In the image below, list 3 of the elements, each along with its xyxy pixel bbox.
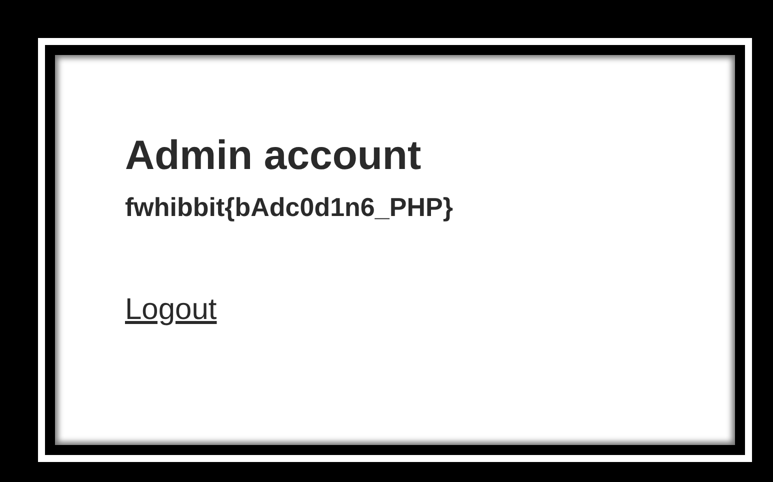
heading: Admin account — [125, 133, 422, 178]
flag-text: fwhibbit{bAdc0d1n6_PHP} — [125, 192, 454, 224]
logout-link[interactable]: Logout — [125, 293, 217, 326]
